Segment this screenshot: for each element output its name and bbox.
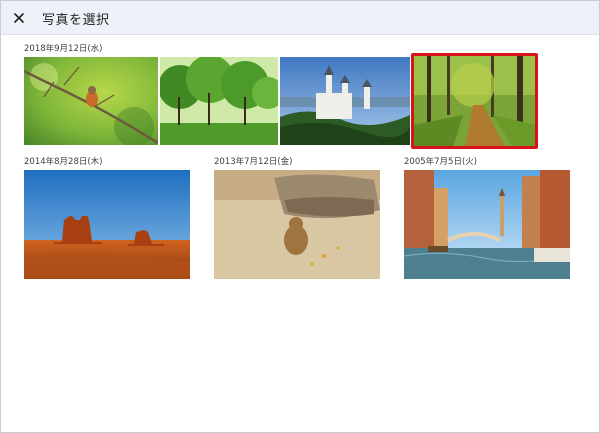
photo-image — [413, 55, 536, 147]
photo-image — [280, 57, 410, 145]
photo-image — [404, 170, 570, 279]
photo-image — [24, 170, 190, 279]
date-label: 2005年7月5日(火) — [404, 157, 478, 167]
photo-forest-path[interactable] — [413, 55, 536, 147]
date-label: 2014年8月28日(木) — [24, 157, 103, 167]
photo-venice-canal[interactable] — [404, 170, 570, 279]
photo-castle[interactable] — [280, 57, 410, 145]
date-label: 2018年9月12日(水) — [24, 44, 103, 54]
header-bar: 写真を選択 — [1, 1, 599, 35]
photo-desert-buttes[interactable] — [24, 170, 190, 279]
page-title: 写真を選択 — [42, 13, 110, 28]
photo-prairie-dog[interactable] — [214, 170, 380, 279]
close-icon[interactable] — [11, 10, 27, 26]
photo-bird-on-branch[interactable] — [24, 57, 158, 145]
photo-image — [214, 170, 380, 279]
date-label: 2013年7月12日(金) — [214, 157, 293, 167]
photo-park-trees[interactable] — [160, 57, 278, 145]
photo-image — [24, 57, 158, 145]
photo-image — [160, 57, 278, 145]
